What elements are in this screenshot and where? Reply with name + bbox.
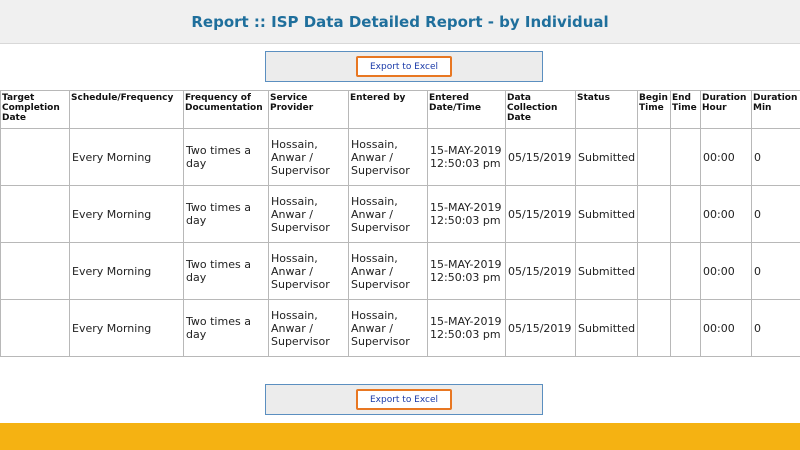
table-header-row: Target Completion Date Schedule/Frequenc… (0, 90, 800, 129)
cell-entered-by: Hossain, Anwar / Supervisor (348, 242, 428, 300)
cell-end-time (670, 299, 701, 357)
col-header-target-completion-date: Target Completion Date (0, 90, 70, 129)
cell-begin-time (637, 185, 671, 243)
cell-end-time (670, 242, 701, 300)
cell-duration-hour: 00:00 (700, 242, 752, 300)
cell-end-time (670, 128, 701, 186)
page-title: Report :: ISP Data Detailed Report - by … (191, 12, 609, 31)
cell-frequency-of-documentation: Two times a day (183, 299, 269, 357)
cell-begin-time (637, 128, 671, 186)
cell-duration-hour: 00:00 (700, 185, 752, 243)
cell-entered-date-time: 15-MAY-2019 12:50:03 pm (427, 128, 506, 186)
export-bar-bottom: Export to Excel (265, 384, 543, 415)
cell-status: Submitted (575, 128, 638, 186)
col-header-duration-min: Duration Min (751, 90, 800, 129)
cell-schedule-frequency: Every Morning (69, 299, 184, 357)
cell-service-provider: Hossain, Anwar / Supervisor (268, 128, 349, 186)
table-row: Every Morning Two times a day Hossain, A… (0, 299, 800, 357)
footer-bar (0, 423, 800, 450)
cell-begin-time (637, 299, 671, 357)
cell-target-completion-date (0, 242, 70, 300)
cell-data-collection-date: 05/15/2019 (505, 128, 576, 186)
export-to-excel-button-bottom[interactable]: Export to Excel (355, 389, 453, 410)
col-header-entered-date-time: Entered Date/Time (427, 90, 506, 129)
cell-duration-hour: 00:00 (700, 299, 752, 357)
table-row: Every Morning Two times a day Hossain, A… (0, 128, 800, 186)
cell-entered-date-time: 15-MAY-2019 12:50:03 pm (427, 185, 506, 243)
cell-frequency-of-documentation: Two times a day (183, 242, 269, 300)
cell-duration-min: 0 (751, 128, 800, 186)
cell-schedule-frequency: Every Morning (69, 185, 184, 243)
cell-end-time (670, 185, 701, 243)
cell-duration-min: 0 (751, 185, 800, 243)
cell-duration-min: 0 (751, 242, 800, 300)
col-header-begin-time: Begin Time (637, 90, 671, 129)
cell-schedule-frequency: Every Morning (69, 242, 184, 300)
col-header-frequency-of-documentation: Frequency of Documentation (183, 90, 269, 129)
cell-target-completion-date (0, 185, 70, 243)
col-header-service-provider: Service Provider (268, 90, 349, 129)
page-header: Report :: ISP Data Detailed Report - by … (0, 0, 800, 44)
cell-data-collection-date: 05/15/2019 (505, 242, 576, 300)
cell-duration-min: 0 (751, 299, 800, 357)
cell-service-provider: Hossain, Anwar / Supervisor (268, 185, 349, 243)
cell-entered-by: Hossain, Anwar / Supervisor (348, 128, 428, 186)
cell-entered-date-time: 15-MAY-2019 12:50:03 pm (427, 242, 506, 300)
cell-entered-date-time: 15-MAY-2019 12:50:03 pm (427, 299, 506, 357)
cell-target-completion-date (0, 299, 70, 357)
report-table: Target Completion Date Schedule/Frequenc… (0, 90, 800, 357)
cell-data-collection-date: 05/15/2019 (505, 299, 576, 357)
cell-entered-by: Hossain, Anwar / Supervisor (348, 185, 428, 243)
col-header-data-collection-date: Data Collection Date (505, 90, 576, 129)
cell-status: Submitted (575, 242, 638, 300)
cell-data-collection-date: 05/15/2019 (505, 185, 576, 243)
col-header-duration-hour: Duration Hour (700, 90, 752, 129)
col-header-schedule-frequency: Schedule/Frequency (69, 90, 184, 129)
cell-duration-hour: 00:00 (700, 128, 752, 186)
cell-status: Submitted (575, 185, 638, 243)
cell-frequency-of-documentation: Two times a day (183, 128, 269, 186)
export-bar-top: Export to Excel (265, 51, 543, 82)
col-header-entered-by: Entered by (348, 90, 428, 129)
cell-entered-by: Hossain, Anwar / Supervisor (348, 299, 428, 357)
cell-target-completion-date (0, 128, 70, 186)
cell-status: Submitted (575, 299, 638, 357)
cell-service-provider: Hossain, Anwar / Supervisor (268, 299, 349, 357)
table-row: Every Morning Two times a day Hossain, A… (0, 185, 800, 243)
col-header-status: Status (575, 90, 638, 129)
cell-frequency-of-documentation: Two times a day (183, 185, 269, 243)
cell-schedule-frequency: Every Morning (69, 128, 184, 186)
table-row: Every Morning Two times a day Hossain, A… (0, 242, 800, 300)
export-to-excel-button-top[interactable]: Export to Excel (355, 56, 453, 77)
cell-begin-time (637, 242, 671, 300)
col-header-end-time: End Time (670, 90, 701, 129)
cell-service-provider: Hossain, Anwar / Supervisor (268, 242, 349, 300)
